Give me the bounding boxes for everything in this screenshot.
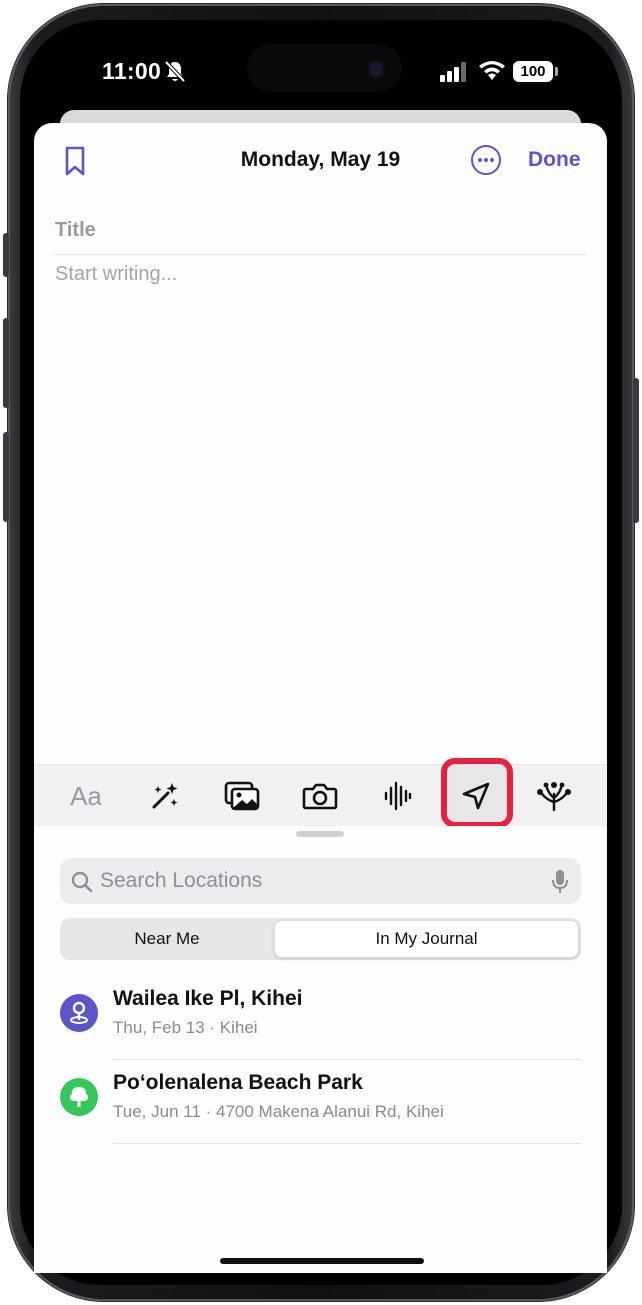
audio-waveform-icon [384, 781, 412, 811]
body-field[interactable]: Start writing... [55, 263, 177, 286]
camera-icon [302, 783, 338, 810]
journal-entry-sheet: Monday, May 19 Done Title Start writing.… [34, 123, 607, 1273]
reflection-prompts-icon [537, 782, 571, 812]
location-segmented-control: Near Me In My Journal [60, 918, 581, 960]
magic-wand-button[interactable] [137, 765, 193, 827]
tree-icon [60, 1078, 98, 1116]
more-dot [490, 158, 494, 162]
map-pin-icon [60, 994, 98, 1032]
title-field[interactable]: Title [55, 219, 96, 242]
location-name: Wailea Ike Pl, Kihei [113, 987, 303, 1010]
text-style-button[interactable]: Aa [58, 765, 114, 827]
magic-wand-icon [152, 783, 178, 809]
audio-button[interactable] [370, 765, 426, 827]
locations-panel: Near Me In My Journal Wailea Ike Pl, Kih… [34, 826, 607, 1273]
location-item[interactable]: Poʻolenalena Beach Park Tue, Jun 11 · 47… [34, 1060, 607, 1144]
photo-library-button[interactable] [214, 765, 270, 827]
more-options-button[interactable] [471, 145, 501, 175]
front-camera [369, 62, 383, 76]
power-button [633, 378, 639, 523]
camera-button[interactable] [292, 765, 348, 827]
entry-date[interactable]: Monday, May 19 [34, 148, 607, 172]
location-search-bar[interactable] [60, 858, 581, 904]
entry-toolbar: Aa [34, 758, 607, 828]
action-button [3, 233, 9, 277]
bell-slash-icon [164, 60, 186, 83]
photo-library-icon [224, 781, 260, 811]
title-divider [55, 254, 586, 255]
wifi-icon [479, 61, 505, 80]
list-divider [113, 1143, 581, 1144]
location-arrow-icon [462, 782, 490, 810]
battery-cap [555, 67, 558, 76]
text-style-label: Aa [70, 780, 102, 811]
cellular-signal-icon [440, 62, 466, 82]
search-icon [71, 871, 93, 893]
volume-down-button [3, 432, 9, 522]
battery-icon: 100 [513, 61, 553, 82]
search-input[interactable] [100, 858, 530, 904]
volume-up-button [3, 318, 9, 408]
location-name: Poʻolenalena Beach Park [113, 1071, 363, 1094]
panel-grabber[interactable] [296, 831, 344, 837]
location-subtitle: Tue, Jun 11 · 4700 Makena Alanui Rd, Kih… [113, 1102, 444, 1121]
microphone-icon[interactable] [551, 869, 569, 895]
segment-near-me[interactable]: Near Me [62, 920, 272, 958]
done-button[interactable]: Done [528, 148, 581, 172]
location-subtitle: Thu, Feb 13 · Kihei [113, 1018, 258, 1037]
location-item[interactable]: Wailea Ike Pl, Kihei Thu, Feb 13 · Kihei [34, 976, 607, 1060]
status-time: 11:00 [102, 58, 162, 84]
reflection-prompts-button[interactable] [526, 765, 582, 827]
home-indicator[interactable] [220, 1258, 424, 1264]
location-button[interactable] [448, 765, 504, 827]
more-dot [484, 158, 488, 162]
segment-in-my-journal[interactable]: In My Journal [274, 920, 579, 958]
more-dot [478, 158, 482, 162]
